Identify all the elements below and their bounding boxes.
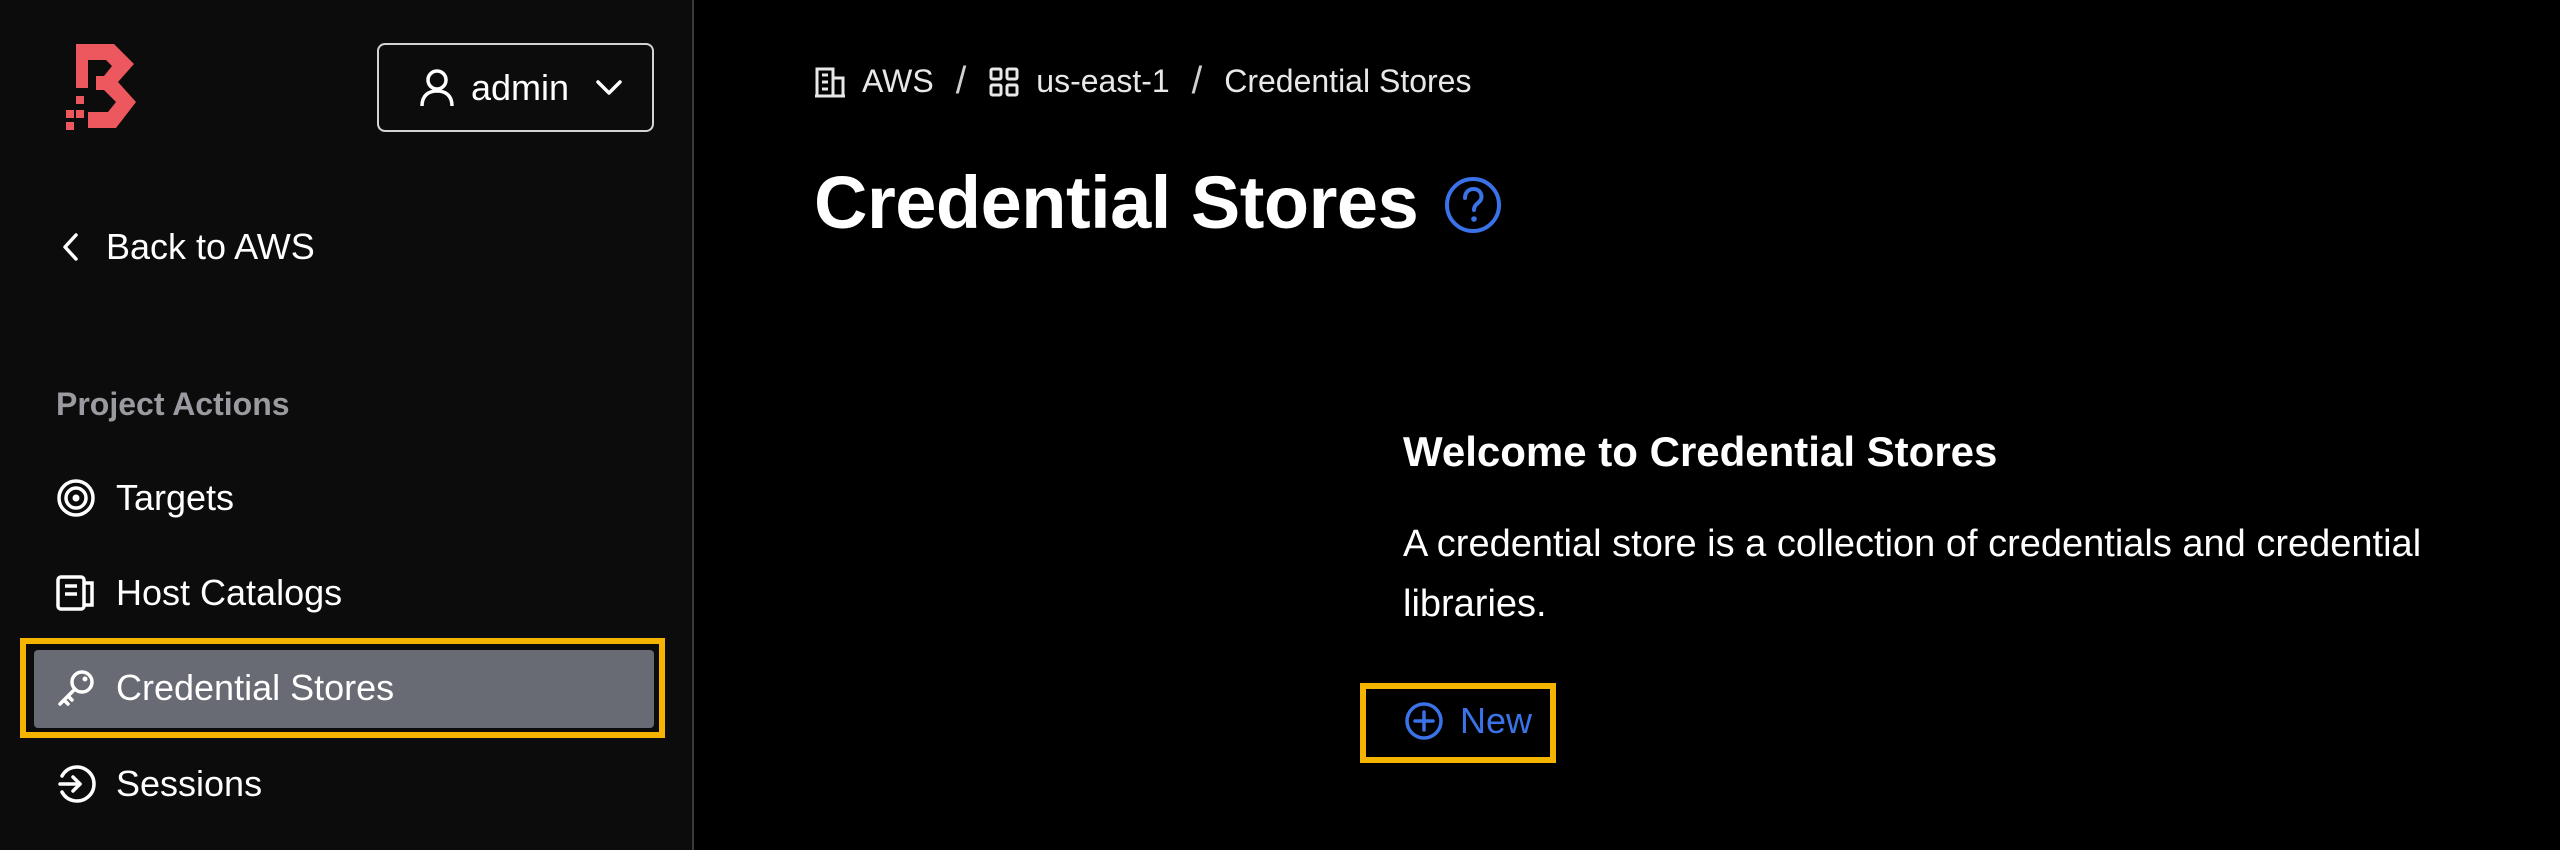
sidebar-item-label: Host Catalogs: [116, 572, 343, 613]
breadcrumb: AWS / us-east-1 / Credential Stores: [814, 60, 1471, 103]
empty-state-description: A credential store is a collection of cr…: [1403, 523, 2422, 625]
back-link[interactable]: Back to AWS: [60, 226, 315, 268]
grid-icon: [989, 67, 1019, 96]
help-icon[interactable]: [1444, 176, 1502, 234]
key-icon: [56, 668, 96, 708]
new-button-label: New: [1460, 700, 1533, 741]
boundary-logo[interactable]: [62, 44, 138, 134]
sidebar-item-label: Targets: [116, 477, 235, 518]
breadcrumb-item-aws[interactable]: AWS: [814, 63, 934, 100]
breadcrumb-label: Credential Stores: [1224, 63, 1472, 99]
chevron-down-icon: [596, 79, 622, 95]
user-menu-button[interactable]: admin: [377, 43, 654, 132]
user-name: admin: [471, 66, 570, 108]
breadcrumb-label: us-east-1: [1036, 63, 1170, 99]
breadcrumb-item-region[interactable]: us-east-1: [988, 63, 1170, 100]
building-icon: [815, 67, 845, 97]
sidebar-item-sessions[interactable]: Sessions: [56, 754, 262, 814]
sessions-icon: [56, 764, 96, 804]
sidebar-item-host-catalogs[interactable]: Host Catalogs: [56, 563, 342, 623]
sidebar: admin Back to AWS Project Actions Target…: [0, 0, 694, 850]
empty-state-title: Welcome to Credential Stores: [1403, 428, 1998, 475]
new-credential-store-button[interactable]: New: [1404, 700, 1532, 742]
sidebar-item-credential-stores[interactable]: Credential Stores: [56, 658, 394, 718]
sidebar-item-targets[interactable]: Targets: [56, 468, 234, 528]
breadcrumb-separator: /: [1191, 60, 1203, 102]
user-icon: [420, 68, 454, 106]
host-catalog-icon: [56, 573, 96, 613]
plus-circle-icon: [1405, 702, 1443, 740]
breadcrumb-separator: /: [955, 60, 967, 102]
breadcrumb-label: AWS: [862, 63, 934, 99]
sidebar-item-label: Sessions: [116, 763, 263, 804]
section-title: Project Actions: [56, 386, 290, 422]
back-link-label: Back to AWS: [106, 226, 315, 267]
breadcrumb-item-current[interactable]: Credential Stores: [1224, 63, 1471, 100]
chevron-left-icon: [63, 233, 78, 261]
sidebar-item-label: Credential Stores: [116, 667, 395, 708]
target-icon: [56, 478, 96, 518]
page-title: Credential Stores: [814, 161, 1419, 244]
